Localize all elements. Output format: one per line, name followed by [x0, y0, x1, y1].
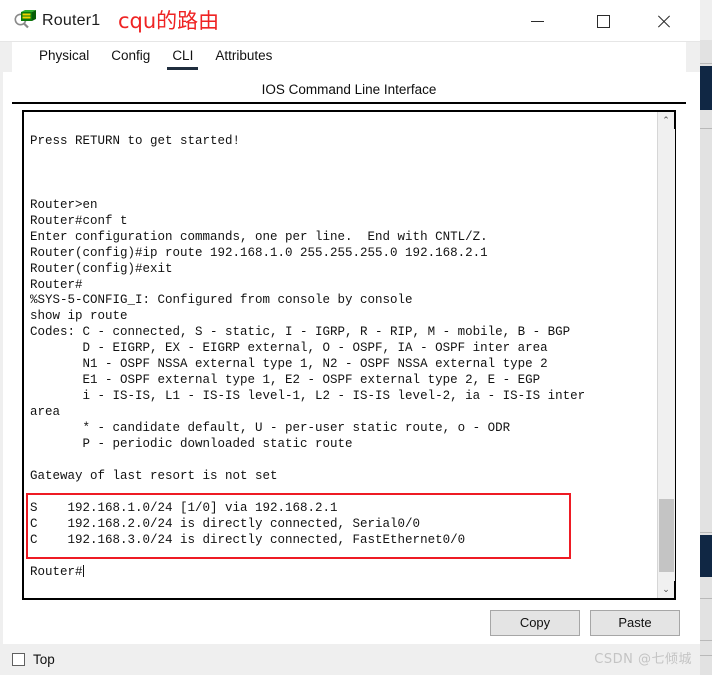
- router-properties-window: Router1 cqu的路由 Physical Config CLI Attri…: [0, 0, 700, 675]
- paste-button[interactable]: Paste: [590, 610, 680, 636]
- background-accent-bar-top: [700, 66, 712, 110]
- window-left-edge: [0, 42, 3, 644]
- action-button-row: Copy Paste: [12, 610, 686, 638]
- scrollbar-track[interactable]: [658, 129, 675, 581]
- close-icon: [656, 14, 671, 29]
- terminal-caret: [82, 564, 84, 577]
- background-rule-6: [700, 655, 712, 656]
- terminal-output-area[interactable]: Press RETURN to get started! Router>en R…: [24, 112, 657, 598]
- screen-root: Router1 cqu的路由 Physical Config CLI Attri…: [0, 0, 712, 675]
- tab-strip-background: Physical Config CLI Attributes: [0, 42, 700, 72]
- scroll-down-icon[interactable]: ⌄: [658, 581, 675, 598]
- minimize-button[interactable]: [514, 0, 560, 42]
- csdn-watermark: CSDN @七倾城: [594, 652, 692, 667]
- top-checkbox[interactable]: [12, 653, 25, 666]
- window-title: Router1: [42, 12, 101, 29]
- terminal-text: Press RETURN to get started! Router>en R…: [30, 133, 586, 579]
- background-rule-5: [700, 640, 712, 641]
- terminal-scrollbar[interactable]: ⌃ ⌄: [657, 112, 675, 598]
- panel-heading: IOS Command Line Interface: [12, 72, 686, 104]
- tab-physical[interactable]: Physical: [28, 42, 100, 72]
- minimize-icon: [530, 20, 544, 22]
- packet-tracer-router-icon: [14, 10, 36, 29]
- background-accent-bar-bottom: [700, 535, 712, 577]
- scrollbar-thumb[interactable]: [659, 499, 674, 572]
- tab-cli[interactable]: CLI: [161, 42, 204, 72]
- cli-panel: IOS Command Line Interface Press RETURN …: [12, 72, 686, 638]
- terminal-container: Press RETURN to get started! Router>en R…: [22, 110, 676, 600]
- tab-config[interactable]: Config: [100, 42, 161, 72]
- title-bar: Router1 cqu的路由: [0, 0, 700, 42]
- maximize-button[interactable]: [580, 0, 626, 42]
- tab-strip: Physical Config CLI Attributes: [12, 42, 686, 72]
- close-button[interactable]: [640, 0, 686, 42]
- tab-attributes[interactable]: Attributes: [204, 42, 283, 72]
- background-window-strip: [700, 40, 712, 675]
- top-checkbox-label: Top: [33, 652, 55, 667]
- maximize-icon: [596, 14, 610, 28]
- copy-button[interactable]: Copy: [490, 610, 580, 636]
- background-rule-4: [700, 598, 712, 599]
- background-rule-3: [700, 532, 712, 533]
- annotation-label: cqu的路由: [118, 9, 220, 33]
- scroll-up-icon[interactable]: ⌃: [658, 112, 675, 129]
- background-rule-1: [700, 63, 712, 64]
- background-rule-2: [700, 128, 712, 129]
